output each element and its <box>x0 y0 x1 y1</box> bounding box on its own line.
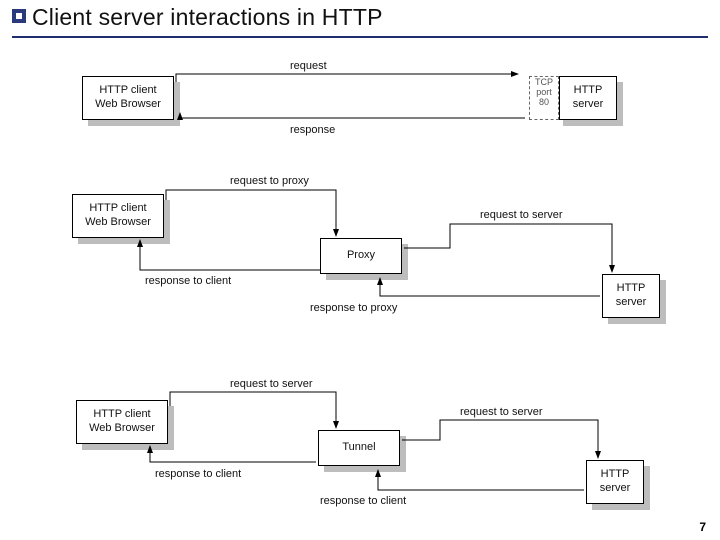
label-request: request <box>290 60 327 72</box>
node-proxy: Proxy <box>320 238 402 274</box>
label-resp-proxy: response to proxy <box>310 302 397 314</box>
node-server-3-label: HTTPserver <box>600 468 631 496</box>
node-server-2: HTTPserver <box>602 274 660 318</box>
node-client-1: HTTP clientWeb Browser <box>82 76 174 120</box>
node-server-1-label: HTTPserver <box>573 84 604 112</box>
label-d3-req-b: request to server <box>460 406 543 418</box>
node-tunnel-label: Tunnel <box>342 441 375 455</box>
node-server-1: HTTPserver <box>559 76 617 120</box>
node-client-1-label: HTTP clientWeb Browser <box>95 84 161 112</box>
page-number: 7 <box>699 520 706 534</box>
label-d3-resp-b: response to client <box>320 495 406 507</box>
diagram-area: HTTP clientWeb Browser TCPport80 HTTPser… <box>0 0 720 540</box>
label-resp-client: response to client <box>145 275 231 287</box>
node-server-3: HTTPserver <box>586 460 644 504</box>
label-d3-resp-a: response to client <box>155 468 241 480</box>
label-d3-req-a: request to server <box>230 378 313 390</box>
node-client-2: HTTP clientWeb Browser <box>72 194 164 238</box>
node-client-3-label: HTTP clientWeb Browser <box>89 408 155 436</box>
label-req-server: request to server <box>480 209 563 221</box>
node-client-3: HTTP clientWeb Browser <box>76 400 168 444</box>
label-req-proxy: request to proxy <box>230 175 309 187</box>
port-80: TCPport80 <box>529 76 559 120</box>
node-client-2-label: HTTP clientWeb Browser <box>85 202 151 230</box>
node-proxy-label: Proxy <box>347 249 375 263</box>
node-server-2-label: HTTPserver <box>616 282 647 310</box>
label-response: response <box>290 124 335 136</box>
node-tunnel: Tunnel <box>318 430 400 466</box>
